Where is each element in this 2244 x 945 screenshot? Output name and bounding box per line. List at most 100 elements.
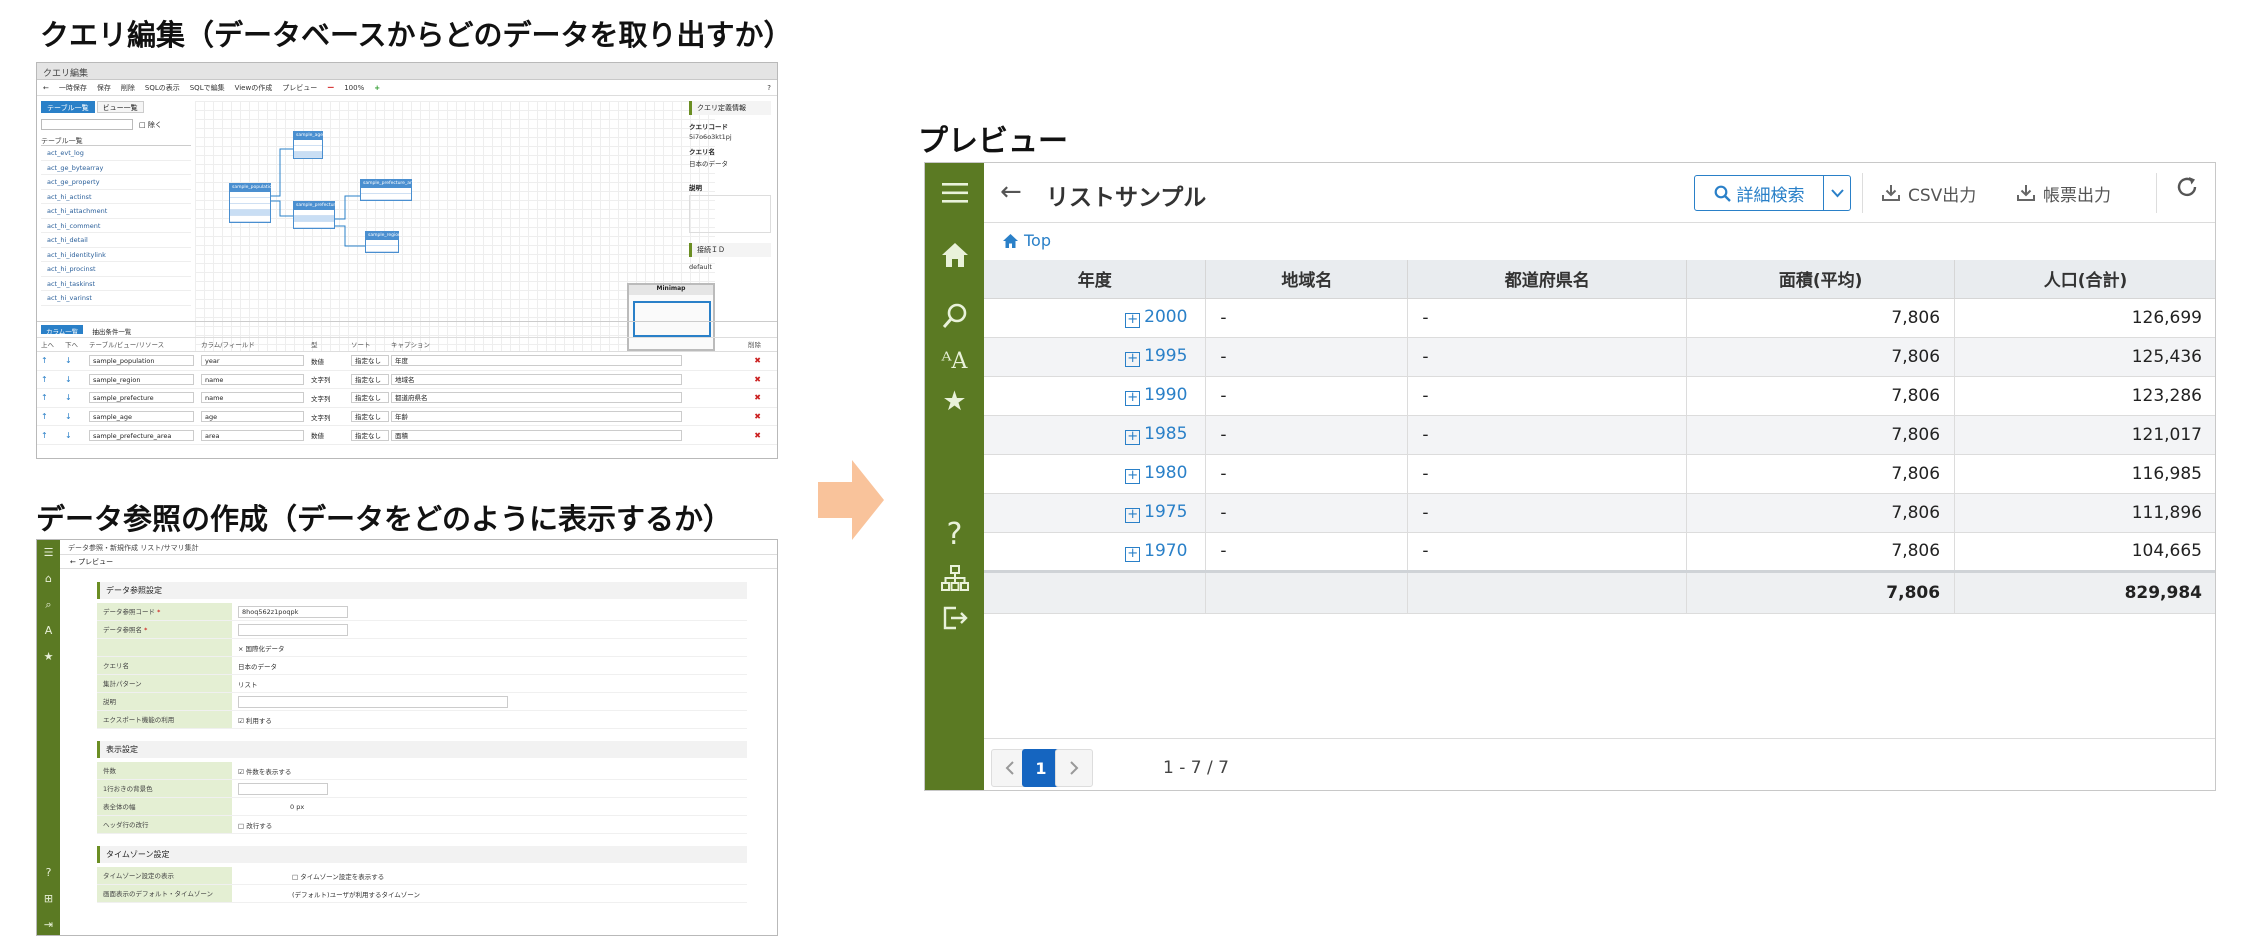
exclude-checkbox[interactable]: □ 除く [139, 120, 162, 130]
logout-icon[interactable]: ⇥ [37, 912, 60, 935]
expand-icon[interactable]: + [1125, 430, 1141, 445]
bg-color-input[interactable] [238, 782, 328, 795]
tab-condition-list[interactable]: 抽出条件一覧 [87, 325, 136, 336]
year-cell[interactable]: +1975 [984, 493, 1207, 533]
tab-column-list[interactable]: カラム一覧 [41, 325, 84, 336]
year-cell[interactable]: +1980 [984, 454, 1207, 494]
column-select[interactable]: area [201, 429, 305, 441]
diagram-table[interactable]: sample_region [365, 231, 401, 253]
tab-table-list[interactable]: テーブル一覧 [41, 101, 95, 113]
expand-icon[interactable]: + [1125, 546, 1141, 562]
toolbar-sql-edit-button[interactable]: SQLで編集 [190, 83, 225, 93]
diagram-canvas[interactable]: sample_population sample_age sample_pref… [195, 101, 715, 351]
toolbar-zoom-in-button[interactable]: + [374, 84, 380, 92]
toolbar-delete-button[interactable]: 削除 [121, 83, 135, 93]
expand-icon[interactable]: + [1125, 313, 1141, 328]
column-header[interactable]: 人口(合計) [1954, 260, 2215, 299]
home-icon[interactable]: ⌂ [37, 566, 60, 592]
column-select[interactable]: name [201, 373, 305, 385]
year-cell[interactable]: +1985 [984, 415, 1207, 455]
move-up-icon[interactable]: ↑ [41, 356, 65, 365]
caption-input[interactable]: 地域名 [391, 373, 683, 385]
move-down-icon[interactable]: ↓ [65, 393, 89, 402]
wrap-checkbox[interactable]: □ 改行する [232, 820, 272, 830]
sort-select[interactable]: 指定なし [351, 373, 389, 385]
column-header[interactable]: 面積(平均) [1686, 260, 1956, 299]
list-item[interactable]: act_evt_log [41, 146, 191, 161]
diagram-table[interactable]: sample_prefecture_area [360, 179, 417, 201]
expand-icon[interactable]: + [1125, 508, 1141, 523]
csv-export-button[interactable]: CSV出力 [1882, 177, 1976, 209]
font-size-icon[interactable]: ᴬA [925, 341, 984, 381]
timezone-select[interactable]: (デフォルト)ユーザが利用するタイムゾーン [232, 889, 420, 899]
i18n-toggle[interactable]: × 国際化データ [232, 643, 285, 653]
table-select[interactable]: sample_region [89, 373, 195, 385]
list-item[interactable]: act_hi_taskinst [41, 277, 191, 291]
delete-icon[interactable]: ✖ [701, 356, 761, 365]
toolbar-preview-button[interactable]: プレビュー [282, 83, 317, 93]
toolbar-back-button[interactable]: ← [43, 84, 49, 92]
column-select[interactable]: year [201, 355, 305, 367]
star-icon[interactable]: ★ [925, 381, 984, 421]
toolbar-view-create-button[interactable]: Viewの作成 [235, 83, 273, 93]
move-up-icon[interactable]: ↑ [41, 431, 65, 440]
year-cell[interactable]: +1995 [984, 337, 1207, 377]
description-textarea[interactable] [689, 195, 771, 233]
table-select[interactable]: sample_population [89, 355, 195, 367]
delete-icon[interactable]: ✖ [701, 431, 761, 440]
expand-icon[interactable]: + [1125, 469, 1141, 484]
sort-select[interactable]: 指定なし [351, 411, 389, 423]
code-input[interactable]: 8hoq562z1poqpk [238, 605, 348, 618]
caption-input[interactable]: 年齢 [391, 411, 683, 423]
caption-input[interactable]: 都道府県名 [391, 392, 683, 404]
query-code-value[interactable]: 5i7o6o3kt1pj [689, 133, 771, 141]
list-item[interactable]: act_hi_actinst [41, 190, 191, 204]
timezone-checkbox[interactable]: □ タイムゾーン設定を表示する [232, 871, 384, 881]
name-input[interactable] [238, 623, 348, 636]
move-down-icon[interactable]: ↓ [65, 356, 89, 365]
pattern-select[interactable]: リスト [232, 679, 258, 689]
column-header[interactable]: 年度 [984, 260, 1207, 299]
delete-icon[interactable]: ✖ [701, 375, 761, 384]
help-icon[interactable]: ? [925, 514, 984, 554]
table-select[interactable]: sample_age [89, 411, 195, 423]
description-input[interactable] [238, 695, 508, 708]
refresh-icon[interactable] [2175, 175, 2199, 206]
year-cell[interactable]: +2000 [984, 298, 1207, 338]
year-cell[interactable]: +1970 [984, 532, 1207, 572]
report-export-button[interactable]: 帳票出力 [2017, 177, 2111, 209]
star-icon[interactable]: ★ [37, 644, 60, 670]
table-select[interactable]: sample_prefecture_area [89, 429, 195, 441]
list-item[interactable]: act_hi_comment [41, 219, 191, 233]
move-down-icon[interactable]: ↓ [65, 375, 89, 384]
column-select[interactable]: name [201, 392, 305, 404]
font-icon[interactable]: A [37, 618, 60, 644]
list-item[interactable]: act_ge_bytearray [41, 161, 191, 175]
year-cell[interactable]: +1990 [984, 376, 1207, 416]
delete-icon[interactable]: ✖ [701, 412, 761, 421]
sitemap-icon[interactable]: ⊞ [37, 886, 60, 912]
caption-input[interactable]: 面積 [391, 429, 683, 441]
list-item[interactable]: act_hi_procinst [41, 262, 191, 277]
move-down-icon[interactable]: ↓ [65, 431, 89, 440]
list-item[interactable]: act_hi_identitylink [41, 248, 191, 262]
help-icon[interactable]: ? [37, 860, 60, 886]
home-icon[interactable] [925, 235, 984, 275]
toolbar-temp-save-button[interactable]: 一時保存 [59, 83, 87, 93]
query-name-value[interactable]: 日本のデータ [689, 158, 771, 168]
search-icon[interactable] [925, 296, 984, 336]
toolbar-sql-view-button[interactable]: SQLの表示 [145, 83, 180, 93]
help-icon[interactable]: ? [767, 84, 771, 92]
breadcrumb[interactable]: Top [1002, 231, 1051, 250]
table-select[interactable]: sample_prefecture [89, 392, 195, 404]
diagram-table[interactable]: sample_population [229, 183, 275, 223]
next-page-button[interactable] [1055, 749, 1093, 787]
width-input[interactable]: 0 px [232, 803, 304, 811]
tab-view-list[interactable]: ビュー一覧 [96, 101, 144, 113]
diagram-table[interactable]: sample_age [293, 131, 323, 159]
toolbar-zoom-out-button[interactable]: ー [327, 83, 334, 93]
advanced-search-button[interactable]: 詳細検索 [1694, 175, 1851, 211]
list-item[interactable]: act_ge_property [41, 175, 191, 190]
move-up-icon[interactable]: ↑ [41, 375, 65, 384]
chevron-down-icon[interactable] [1824, 176, 1850, 210]
